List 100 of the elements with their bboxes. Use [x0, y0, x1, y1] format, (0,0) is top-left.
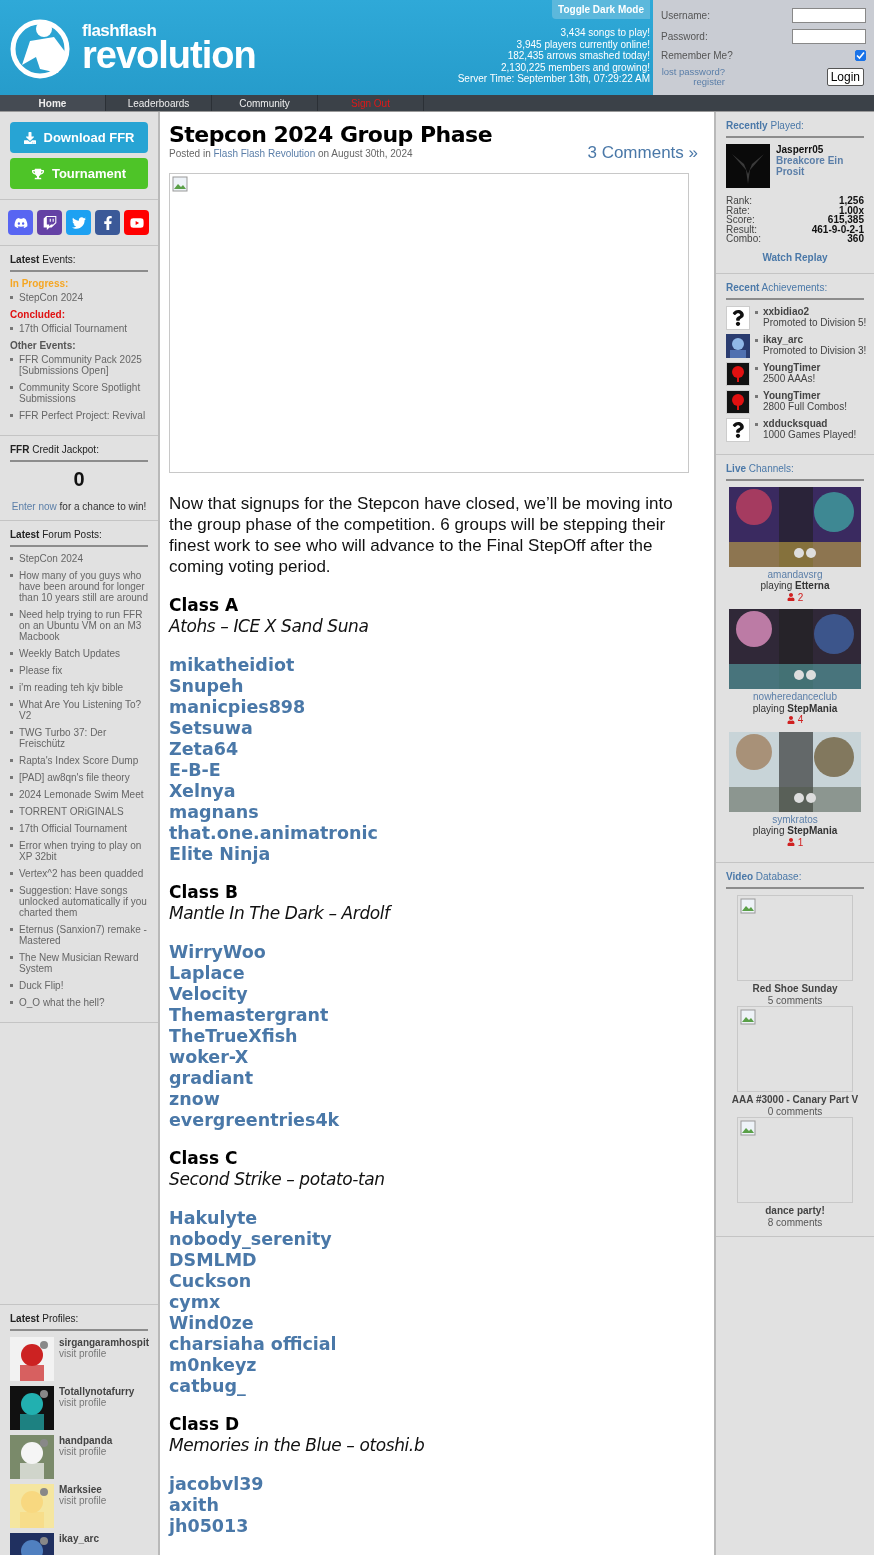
player-link[interactable]: jacobvl39: [169, 1474, 264, 1495]
forum-post-link[interactable]: StepCon 2024: [19, 553, 83, 564]
video-title[interactable]: AAA #3000 - Canary Part V: [731, 1094, 859, 1106]
event-link[interactable]: StepCon 2024: [19, 292, 83, 303]
visit-profile-link[interactable]: visit profile: [59, 1446, 113, 1457]
forum-post-link[interactable]: How many of you guys who have been around for longer than 10 years still are around: [19, 570, 148, 603]
username-field[interactable]: [792, 7, 866, 23]
forum-post-link[interactable]: Weekly Batch Updates: [19, 648, 120, 659]
visit-profile-link[interactable]: visit profile: [59, 1348, 150, 1359]
video-thumbnail[interactable]: [737, 1006, 853, 1092]
forum-post-link[interactable]: TORRENT ORiGINALS: [19, 806, 124, 817]
stat-label: Result:: [726, 224, 758, 234]
forum-post-link[interactable]: i'm reading teh kjv bible: [19, 682, 124, 693]
player-link[interactable]: Themastergrant: [169, 1005, 329, 1026]
channel-user-link[interactable]: amandavsrg: [767, 568, 823, 580]
nav-tab[interactable]: Community: [212, 95, 318, 111]
profile-name[interactable]: sirgangaramhospit: [59, 1337, 150, 1348]
player-link[interactable]: Xelnya: [169, 781, 236, 802]
watch-replay-link[interactable]: Watch Replay: [762, 251, 828, 263]
visit-profile-link[interactable]: visit profile: [59, 1495, 107, 1506]
social-link[interactable]: [124, 210, 149, 235]
visit-profile-link[interactable]: visit profile: [59, 1397, 135, 1408]
forum-post-link[interactable]: 17th Official Tournament: [19, 823, 128, 834]
player-link[interactable]: WirryWoo: [169, 942, 266, 963]
nav-tab[interactable]: Home: [0, 95, 106, 111]
player-link[interactable]: Snupeh: [169, 676, 244, 697]
achievement-user[interactable]: ikay_arc: [763, 333, 867, 345]
player-link[interactable]: cymx: [169, 1292, 221, 1313]
lost-password-link[interactable]: lost password?: [661, 67, 725, 78]
event-link[interactable]: FFR Community Pack 2025 [Submissions Open]: [19, 354, 148, 376]
profile-name[interactable]: handpanda: [59, 1435, 113, 1446]
download-button[interactable]: Download FFR: [10, 122, 148, 153]
profile-name[interactable]: ikay_arc: [59, 1533, 100, 1544]
channel-user-link[interactable]: symkratos: [772, 813, 818, 825]
register-link[interactable]: register: [693, 77, 725, 88]
event-link[interactable]: Community Score Spotlight Submissions: [19, 382, 148, 404]
nav-tab[interactable]: Leaderboards: [106, 95, 212, 111]
video-thumbnail[interactable]: [737, 895, 853, 981]
video-thumbnail[interactable]: [737, 1117, 853, 1203]
player-link[interactable]: magnans: [169, 802, 259, 823]
player-link[interactable]: Cuckson: [169, 1271, 252, 1292]
player-link[interactable]: Laplace: [169, 963, 245, 984]
player-link[interactable]: nobody_serenity: [169, 1229, 332, 1250]
social-link[interactable]: [95, 210, 120, 235]
enter-link[interactable]: Enter now: [11, 501, 57, 512]
video-title[interactable]: Red Shoe Sunday: [752, 983, 838, 995]
forum-post-link[interactable]: Rapta's Index Score Dump: [19, 755, 139, 766]
forum-post-link[interactable]: Error when trying to play on XP 32bit: [19, 840, 148, 862]
player-link[interactable]: Wind0ze: [169, 1313, 254, 1334]
remember-checkbox[interactable]: [855, 50, 866, 62]
achievement-user[interactable]: YoungTimer: [763, 389, 847, 401]
player-link[interactable]: m0nkeyz: [169, 1355, 257, 1376]
player-link[interactable]: Hakulyte: [169, 1208, 258, 1229]
event-link[interactable]: FFR Perfect Project: Revival: [19, 410, 146, 421]
player-link[interactable]: evergreentries4k: [169, 1110, 340, 1131]
player-link[interactable]: mikatheidiot: [169, 655, 295, 676]
player-link[interactable]: Elite Ninja: [169, 844, 271, 865]
comments-link[interactable]: 3 Comments »: [587, 143, 698, 163]
player-link[interactable]: manicpies898: [169, 697, 306, 718]
login-button[interactable]: Login: [826, 68, 864, 87]
player-link[interactable]: DSMLMD: [169, 1250, 257, 1271]
forum-post-link[interactable]: Need help trying to run FFR on an Ubuntu VM on an M3 Macbook: [19, 609, 148, 642]
forum-post-link[interactable]: Duck Flip!: [19, 980, 64, 991]
player-link[interactable]: that.one.animatronic: [169, 823, 378, 844]
song-link[interactable]: Breakcore Ein Prosit: [776, 155, 864, 177]
achievement-user[interactable]: xdducksquad: [763, 417, 857, 429]
forum-post-link[interactable]: Suggestion: Have songs unlocked automatically if you charted them: [19, 885, 148, 918]
event-link[interactable]: 17th Official Tournament: [19, 323, 128, 334]
player-link[interactable]: jh05013: [169, 1516, 249, 1537]
achievement-user[interactable]: xxbidiao2: [763, 305, 867, 317]
category-link[interactable]: Flash Flash Revolution: [213, 148, 316, 159]
achievement-user[interactable]: YoungTimer: [763, 361, 821, 373]
forum-post-link[interactable]: O_O what the hell?: [19, 997, 105, 1008]
forum-post-link[interactable]: What Are You Listening To? V2: [19, 699, 148, 721]
profile-name[interactable]: Totallynotafurry: [59, 1386, 135, 1397]
video-title[interactable]: dance party!: [765, 1205, 825, 1217]
player-link[interactable]: Setsuwa: [169, 718, 253, 739]
player-link[interactable]: TheTrueXfish: [169, 1026, 298, 1047]
player-link[interactable]: gradiant: [169, 1068, 254, 1089]
forum-post-link[interactable]: Eternus (Sanxion7) remake - Mastered: [19, 924, 148, 946]
forum-post-link[interactable]: The New Musician Reward System: [19, 952, 148, 974]
forum-post-link[interactable]: [PAD] aw8qn's file theory: [19, 772, 130, 783]
player-link[interactable]: catbug_: [169, 1376, 246, 1397]
social-link[interactable]: [37, 210, 62, 235]
social-link[interactable]: [8, 210, 33, 235]
profile-name[interactable]: Marksiee: [59, 1484, 107, 1495]
forum-post-link[interactable]: Please fix: [19, 665, 63, 676]
player-link[interactable]: axith: [169, 1495, 219, 1516]
player-link[interactable]: Velocity: [169, 984, 248, 1005]
password-field[interactable]: [792, 28, 866, 44]
player-link[interactable]: Zeta64: [169, 739, 239, 760]
channel-user-link[interactable]: nowheredanceclub: [753, 691, 837, 703]
forum-post-link[interactable]: Vertex^2 has been quadded: [19, 868, 144, 879]
forum-post-link[interactable]: TWG Turbo 37: Der Freischütz: [19, 727, 148, 749]
player-name[interactable]: Jasperr05: [776, 144, 864, 155]
player-link[interactable]: woker-X: [169, 1047, 249, 1068]
player-link[interactable]: znow: [169, 1089, 220, 1110]
forum-post-link[interactable]: 2024 Lemonade Swim Meet: [19, 789, 144, 800]
player-link[interactable]: E-B-E: [169, 760, 221, 781]
player-link[interactable]: charsiaha official: [169, 1334, 337, 1355]
